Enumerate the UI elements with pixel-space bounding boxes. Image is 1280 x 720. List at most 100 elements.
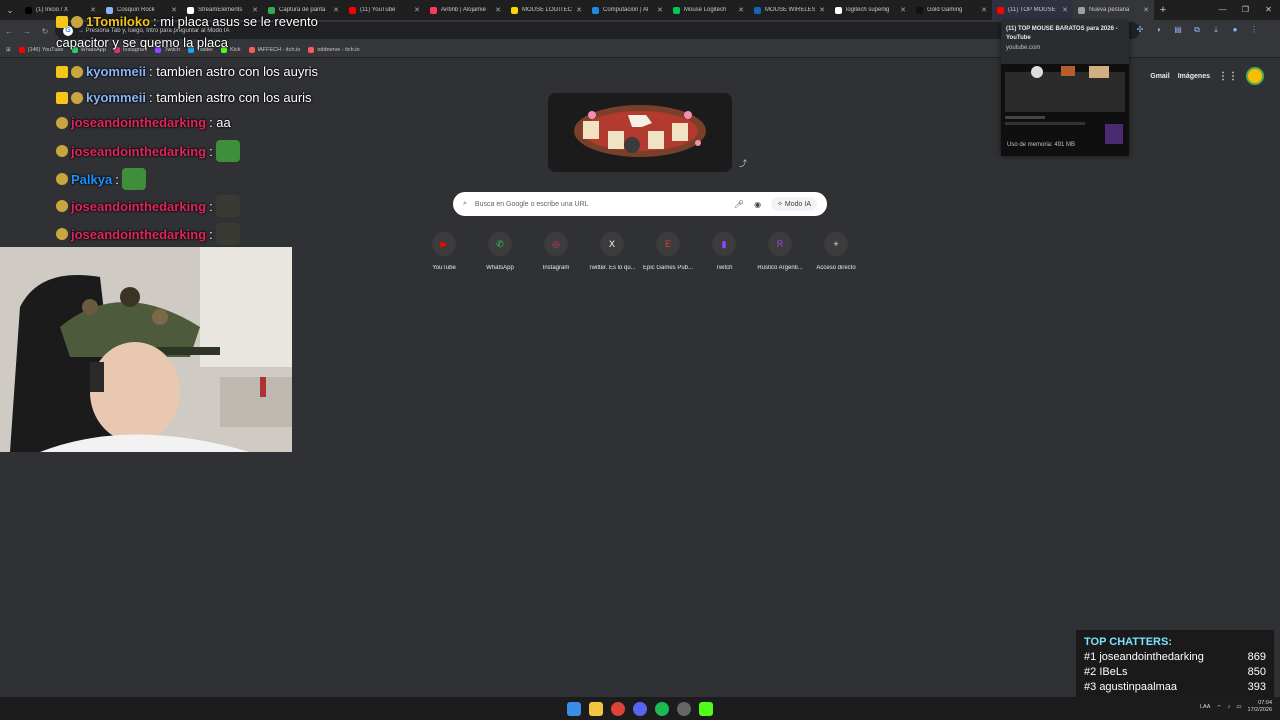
shortcut-label: WhatsApp <box>486 265 514 271</box>
back-icon[interactable]: ← <box>0 27 18 36</box>
browser-tab[interactable]: (11) YouTube ✕ <box>344 0 425 20</box>
media-icon[interactable]: ▤ <box>1172 24 1184 36</box>
shortcut-icon: R <box>768 232 792 256</box>
apps-grid-icon[interactable]: ⊞ <box>6 47 11 53</box>
windows-start-icon[interactable] <box>567 701 581 716</box>
google-doodle[interactable] <box>548 93 732 172</box>
extension-icon[interactable]: ✣ <box>1134 24 1146 36</box>
close-window-icon[interactable]: ✕ <box>1257 0 1280 20</box>
top-chatter-username: agustinpaalmaa <box>1099 681 1177 693</box>
chat-emote-icon <box>215 195 240 217</box>
tab-favicon-icon <box>916 6 923 14</box>
tab-title: MOUSE WIRELES <box>765 7 816 13</box>
discord-icon[interactable] <box>633 701 647 716</box>
user-badge-icon <box>56 116 68 129</box>
minimize-icon[interactable]: — <box>1211 0 1234 20</box>
chat-message: joseandointhedarking: <box>56 195 240 217</box>
user-badge-icon <box>56 173 68 185</box>
tab-title: (1) Inicio / X <box>36 7 69 13</box>
shortcut-tile[interactable]: + Acceso directo <box>808 232 864 271</box>
lang-indicator[interactable]: LAA <box>1200 704 1210 710</box>
browser-tab[interactable]: (11) TOP MOUSE ✕ <box>992 0 1073 20</box>
restore-icon[interactable]: ❐ <box>1234 0 1257 20</box>
tab-search-icon[interactable]: ⌄ <box>0 0 20 20</box>
tab-favicon-icon <box>997 6 1004 14</box>
mode-ai-button[interactable]: ✧ Modo IA <box>771 197 817 211</box>
chrome-icon[interactable] <box>611 701 625 716</box>
shortcut-tile[interactable]: ◎ Instagram <box>528 232 584 271</box>
bookmark-item[interactable]: oddnerve - itch.io <box>308 46 360 53</box>
chat-username: joseandointhedarking <box>71 115 207 130</box>
tab-favicon-icon <box>268 6 275 14</box>
close-tab-icon[interactable]: ✕ <box>819 6 825 14</box>
shortcut-tile[interactable]: ✆ WhatsApp <box>472 232 528 271</box>
reload-icon[interactable]: ↻ <box>36 27 54 36</box>
browser-tab[interactable]: Mouse Logitech ✕ <box>668 0 749 20</box>
browser-tab[interactable]: MOUSE WIRELES ✕ <box>749 0 830 20</box>
close-tab-icon[interactable]: ✕ <box>495 6 501 14</box>
wifi-icon[interactable]: ⌔ <box>1216 704 1221 711</box>
browser-tab[interactable]: Airbnb | Alojamie ✕ <box>425 0 506 20</box>
bookmark-label: oddnerve - itch.io <box>317 46 360 53</box>
close-tab-icon[interactable]: ✕ <box>981 6 987 14</box>
bookmark-item[interactable]: IAFFECH - itch.io <box>248 46 300 53</box>
images-link[interactable]: Imágenes <box>1178 73 1210 80</box>
close-tab-icon[interactable]: ✕ <box>171 6 177 14</box>
spotify-icon[interactable] <box>655 701 669 716</box>
extensions-puzzle-icon[interactable]: ⧉ <box>1191 24 1203 36</box>
browser-tab[interactable]: Nueva pestaña ✕ <box>1073 0 1154 20</box>
shortcut-tile[interactable]: ▮ Twitch <box>696 232 752 271</box>
chat-emote-icon <box>215 140 240 162</box>
top-chatter-username: joseandointhedarking <box>1099 651 1204 663</box>
forward-icon[interactable]: → <box>18 27 36 36</box>
user-badge-icon <box>71 15 83 28</box>
tab-title: Airbnb | Alojamie <box>441 7 486 13</box>
new-tab-button[interactable]: + <box>1154 4 1172 16</box>
download-icon[interactable]: ⤓ <box>1210 24 1222 36</box>
close-tab-icon[interactable]: ✕ <box>333 6 339 14</box>
obs-icon[interactable] <box>677 701 691 716</box>
share-icon[interactable]: ⤴ <box>737 158 749 170</box>
close-tab-icon[interactable]: ✕ <box>252 6 258 14</box>
extension-icon[interactable]: ◗ <box>1153 24 1165 36</box>
google-search-bar[interactable]: ⌕ Busca en Google o escribe una URL 🎤︎ ◉… <box>453 192 827 216</box>
microphone-icon[interactable]: 🎤︎ <box>734 200 744 209</box>
shortcut-tile[interactable]: E Epic Games Pub... <box>640 232 696 271</box>
close-tab-icon[interactable]: ✕ <box>576 6 582 14</box>
battery-icon[interactable]: ▭ <box>1236 704 1241 710</box>
bookmark-favicon-icon <box>248 46 255 53</box>
clock[interactable]: 07:04 17/2/2026 <box>1248 700 1272 714</box>
shortcut-tile[interactable]: R Rustico Argenti... <box>752 232 808 271</box>
menu-icon[interactable]: ⋮ <box>1248 24 1260 36</box>
close-tab-icon[interactable]: ✕ <box>738 6 744 14</box>
close-tab-icon[interactable]: ✕ <box>90 6 96 14</box>
browser-tab[interactable]: Gold Gaming ✕ <box>911 0 992 20</box>
shortcut-label: YouTube <box>432 265 456 271</box>
close-tab-icon[interactable]: ✕ <box>900 6 906 14</box>
browser-tab[interactable]: MOUSE LOGITEC ✕ <box>506 0 587 20</box>
clock-date: 17/2/2026 <box>1247 707 1272 713</box>
browser-tab[interactable]: logitech superlig ✕ <box>830 0 911 20</box>
close-tab-icon[interactable]: ✕ <box>657 6 663 14</box>
shortcut-tile[interactable]: X Twitter. Es lo qu... <box>584 232 640 271</box>
shortcut-icon: X <box>600 232 624 256</box>
chat-username: joseandointhedarking <box>71 198 207 214</box>
close-tab-icon[interactable]: ✕ <box>414 6 420 14</box>
chat-text: : <box>209 198 213 214</box>
gmail-link[interactable]: Gmail <box>1150 73 1169 80</box>
browser-tab[interactable]: Computación | AI ✕ <box>587 0 668 20</box>
chat-username: kyommeii <box>86 90 146 105</box>
shortcut-tile[interactable]: ▶ YouTube <box>416 232 472 271</box>
file-explorer-icon[interactable] <box>589 701 603 716</box>
close-tab-icon[interactable]: ✕ <box>1062 6 1068 14</box>
google-apps-icon[interactable]: ⋮⋮ <box>1218 71 1238 82</box>
close-tab-icon[interactable]: ✕ <box>1143 6 1149 14</box>
volume-icon[interactable]: ♪ <box>1228 704 1231 710</box>
kick-icon[interactable] <box>699 701 713 716</box>
profile-icon[interactable]: ● <box>1229 24 1241 36</box>
search-input[interactable]: Busca en Google o escribe una URL <box>467 201 724 208</box>
user-badge-icon <box>71 91 83 104</box>
avatar[interactable] <box>1246 67 1264 85</box>
lens-icon[interactable]: ◉ <box>754 200 761 209</box>
top-chatter-name: #3 agustinpaalmaa <box>1084 681 1177 693</box>
